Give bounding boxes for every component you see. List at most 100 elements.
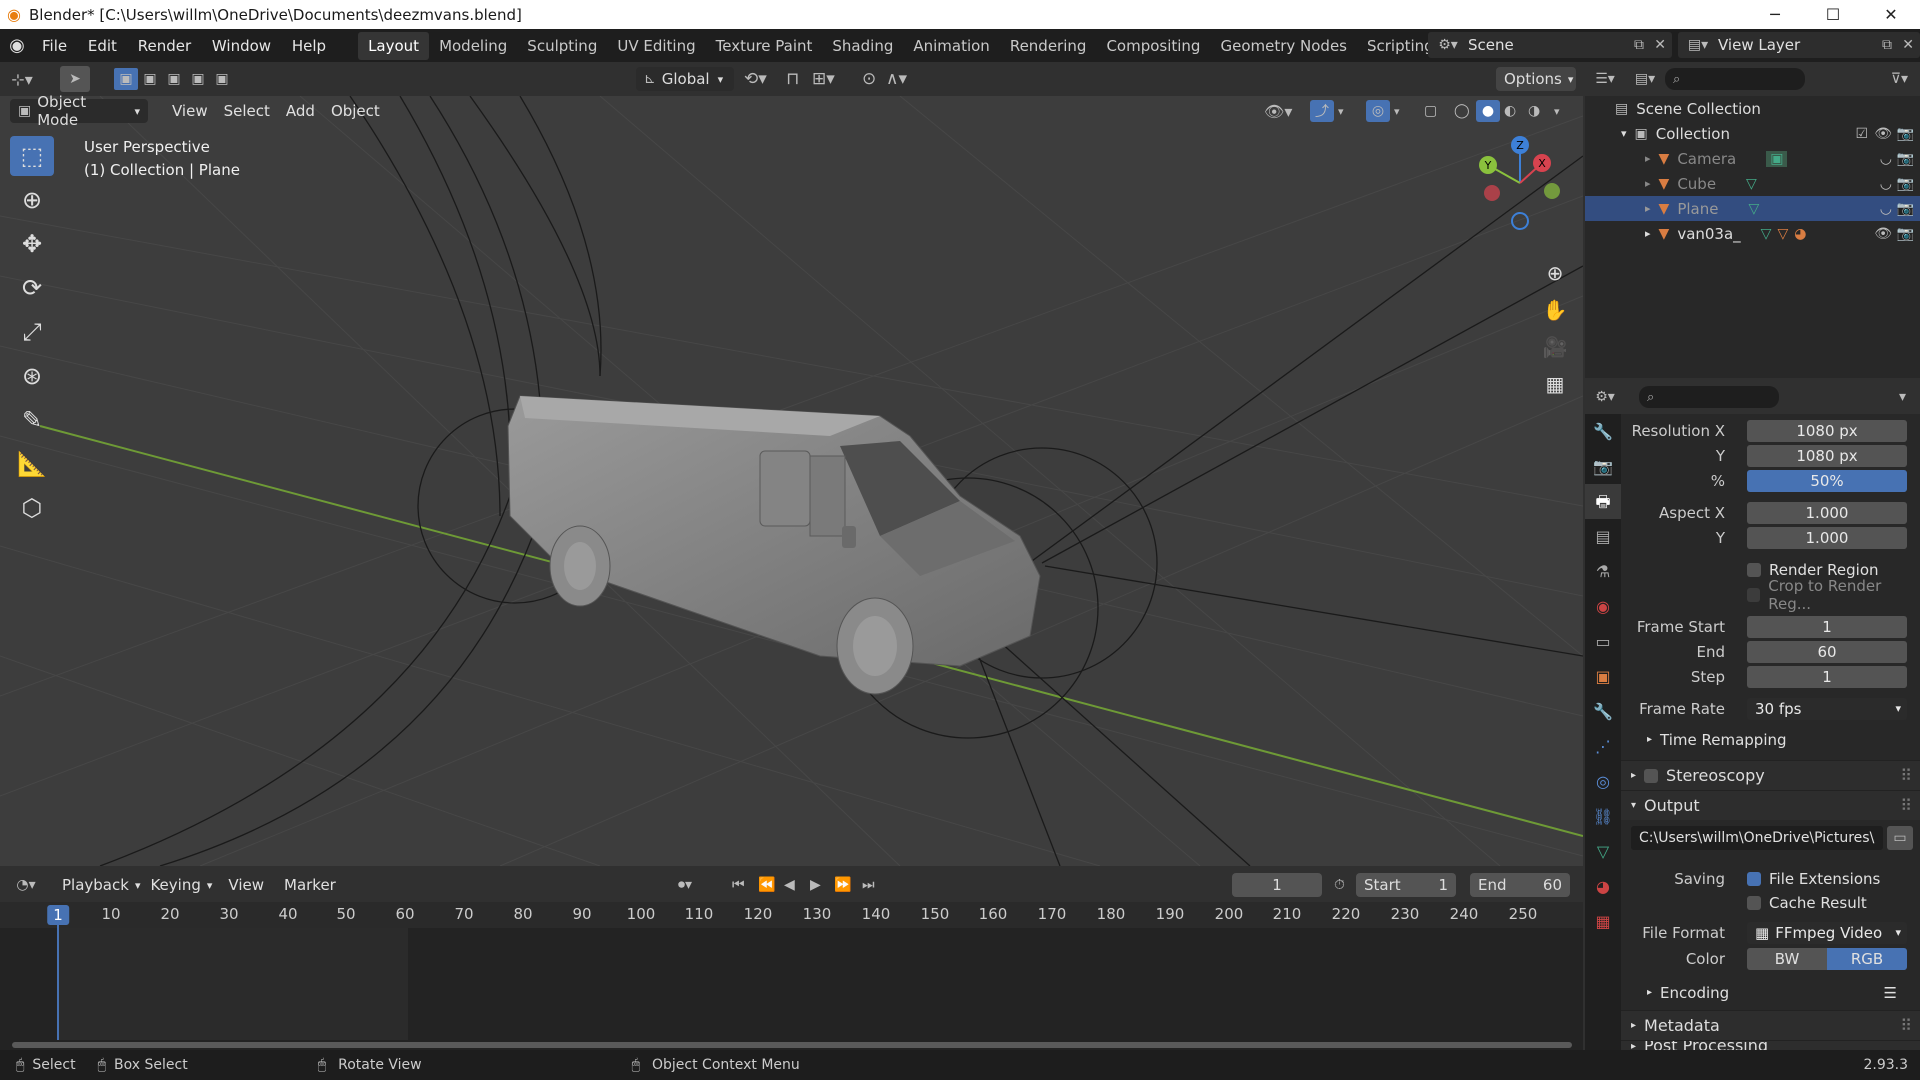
delete-scene-icon[interactable]: ✕ xyxy=(1654,37,1666,53)
render-tab-icon[interactable]: 📷 xyxy=(1585,449,1621,484)
folder-icon[interactable]: ▭ xyxy=(1887,826,1913,850)
gizmo-toggle-icon[interactable]: ⤴ xyxy=(1310,100,1334,122)
expand-arrow-icon[interactable]: ▸ xyxy=(1645,152,1651,165)
expand-arrow-icon[interactable]: ▸ xyxy=(1647,734,1652,745)
world-tab-icon[interactable]: ◉ xyxy=(1585,589,1621,624)
camera-render-icon[interactable]: 📷 xyxy=(1897,226,1914,242)
outliner-item-camera[interactable]: ▸ ▼ Camera ▣ ◡ 📷 xyxy=(1585,146,1920,171)
tab-compositing[interactable]: Compositing xyxy=(1096,32,1210,60)
metadata-panel[interactable]: ▸ Metadata ⠿ xyxy=(1621,1010,1920,1040)
menu-select[interactable]: Select xyxy=(216,102,278,120)
properties-search-input[interactable]: ⌕ xyxy=(1639,386,1779,408)
solid-shading-icon[interactable]: ● xyxy=(1476,100,1500,122)
checkbox-icon[interactable]: ☑ xyxy=(1855,126,1868,142)
expand-arrow-icon[interactable]: ▸ xyxy=(1647,987,1652,998)
frame-start-field[interactable]: 1 xyxy=(1747,615,1907,638)
annotate-tool-icon[interactable]: ✎ xyxy=(10,400,54,440)
prev-keyframe-icon[interactable]: ⏪ xyxy=(758,877,775,893)
eye-icon[interactable]: 👁 xyxy=(1874,226,1892,242)
eye-closed-icon[interactable]: ◡ xyxy=(1880,151,1892,167)
measure-tool-icon[interactable]: 📐 xyxy=(10,444,54,484)
view-layer-tab-icon[interactable]: ▤ xyxy=(1585,519,1621,554)
current-frame-field[interactable]: 1 xyxy=(1232,873,1322,897)
select-box-tool-icon[interactable]: ⬚ xyxy=(10,136,54,176)
preview-range-icon[interactable]: ⏱ xyxy=(1334,877,1345,893)
resolution-x-field[interactable]: 1080 px xyxy=(1747,419,1907,442)
display-mode-icon[interactable]: ▤▾ xyxy=(1625,71,1665,87)
file-extensions-checkbox[interactable] xyxy=(1747,872,1761,886)
outliner-editor-icon[interactable]: ☰▾ xyxy=(1585,71,1625,87)
chevron-down-icon[interactable]: ▾ xyxy=(1394,105,1400,118)
perspective-toggle-icon[interactable]: ▦ xyxy=(1538,367,1572,401)
blender-menu-icon[interactable]: ◉ xyxy=(0,35,34,56)
select-tool-icon[interactable]: ➤ xyxy=(60,66,90,92)
render-region-checkbox[interactable] xyxy=(1747,562,1761,577)
chevron-down-icon[interactable]: ▾ xyxy=(1338,105,1344,118)
maximize-icon[interactable]: ☐ xyxy=(1804,0,1862,29)
post-processing-panel[interactable]: ▸ Post Processing xyxy=(1621,1040,1920,1050)
tab-uv-editing[interactable]: UV Editing xyxy=(607,32,705,60)
material-shading-icon[interactable]: ◐ xyxy=(1504,103,1516,119)
particles-tab-icon[interactable]: ⋰ xyxy=(1585,729,1621,764)
menu-file[interactable]: File xyxy=(34,37,75,55)
expand-arrow-icon[interactable]: ▸ xyxy=(1645,227,1651,240)
timeline-editor-icon[interactable]: ◔▾ xyxy=(6,877,46,893)
file-format-dropdown[interactable]: ▦ FFmpeg Video ▾ xyxy=(1747,921,1907,944)
falloff-icon[interactable]: ∧▾ xyxy=(886,69,907,89)
zoom-icon[interactable]: ⊕ xyxy=(1538,256,1572,290)
timeline-scrollbar[interactable] xyxy=(12,1042,1572,1048)
aspect-y-field[interactable]: 1.000 xyxy=(1747,526,1907,549)
menu-object[interactable]: Object xyxy=(323,102,388,120)
mode-dropdown[interactable]: ▣ Object Mode ▾ xyxy=(10,93,148,129)
resolution-pct-field[interactable]: 50% xyxy=(1747,469,1907,492)
transform-tool-icon[interactable]: ⊛ xyxy=(10,356,54,396)
camera-render-icon[interactable]: 📷 xyxy=(1897,126,1914,142)
expand-arrow-icon[interactable]: ▸ xyxy=(1645,202,1651,215)
play-reverse-icon[interactable]: ◀ xyxy=(784,877,795,893)
end-frame-field[interactable]: End 60 xyxy=(1470,873,1570,897)
aspect-x-field[interactable]: 1.000 xyxy=(1747,501,1907,524)
chevron-down-icon[interactable]: ▾ xyxy=(1899,389,1906,405)
menu-playback[interactable]: Playback xyxy=(46,876,135,894)
pan-hand-icon[interactable]: ✋ xyxy=(1538,293,1572,327)
new-scene-icon[interactable]: ⧉ xyxy=(1634,37,1644,53)
tab-layout[interactable]: Layout xyxy=(358,31,430,60)
tab-sculpting[interactable]: Sculpting xyxy=(517,32,607,60)
editor-type-icon[interactable]: ⊹▾ xyxy=(0,70,44,89)
crop-checkbox[interactable] xyxy=(1747,587,1761,602)
frame-step-field[interactable]: 1 xyxy=(1747,665,1907,688)
jump-start-icon[interactable]: ⏮ xyxy=(732,877,745,893)
object-tab-icon[interactable]: ▣ xyxy=(1585,659,1621,694)
scene-tab-icon[interactable]: ⚗ xyxy=(1585,554,1621,589)
scale-tool-icon[interactable]: ⤢ xyxy=(10,312,54,352)
menu-view[interactable]: View xyxy=(164,102,216,120)
expand-arrow-icon[interactable]: ▸ xyxy=(1645,177,1651,190)
frame-ruler[interactable]: 1 10 20 30 40 50 60 70 80 90 100 110 120… xyxy=(0,902,1583,928)
tab-texture-paint[interactable]: Texture Paint xyxy=(706,32,823,60)
close-icon[interactable]: ✕ xyxy=(1862,0,1920,29)
file-extensions-option[interactable]: File Extensions xyxy=(1747,870,1880,888)
outliner-scene-collection[interactable]: ▤ Scene Collection xyxy=(1585,96,1920,121)
cache-result-checkbox[interactable] xyxy=(1747,895,1761,910)
menu-marker[interactable]: Marker xyxy=(274,876,346,894)
camera-view-icon[interactable]: 🎥 xyxy=(1538,330,1572,364)
camera-render-icon[interactable]: 📷 xyxy=(1897,201,1914,217)
texture-tab-icon[interactable]: ▦ xyxy=(1585,904,1621,939)
timeline-area[interactable]: 1 10 20 30 40 50 60 70 80 90 100 110 120… xyxy=(0,902,1583,1050)
material-tab-icon[interactable]: ◕ xyxy=(1585,869,1621,904)
color-bw-button[interactable]: BW xyxy=(1747,947,1827,970)
tab-shading[interactable]: Shading xyxy=(822,32,903,60)
rendered-shading-icon[interactable]: ◑ xyxy=(1528,103,1540,119)
eye-icon[interactable]: 👁 xyxy=(1874,126,1892,142)
select-mode-intersect-icon[interactable]: ▣ xyxy=(210,71,234,87)
camera-render-off-icon[interactable]: 📷 xyxy=(1897,176,1914,192)
data-tab-icon[interactable]: ▽ xyxy=(1585,834,1621,869)
record-icon[interactable]: ⏺▾ xyxy=(678,877,692,893)
tab-animation[interactable]: Animation xyxy=(903,32,999,60)
menu-help[interactable]: Help xyxy=(284,37,334,55)
move-tool-icon[interactable]: ✥ xyxy=(10,224,54,264)
filter-icon[interactable]: ⊽▾ xyxy=(1891,71,1908,87)
select-mode-subtract-icon[interactable]: ▣ xyxy=(162,71,186,87)
drag-handle-icon[interactable]: ⠿ xyxy=(1900,766,1912,785)
stereoscopy-panel[interactable]: ▸ Stereoscopy ⠿ xyxy=(1621,760,1920,790)
